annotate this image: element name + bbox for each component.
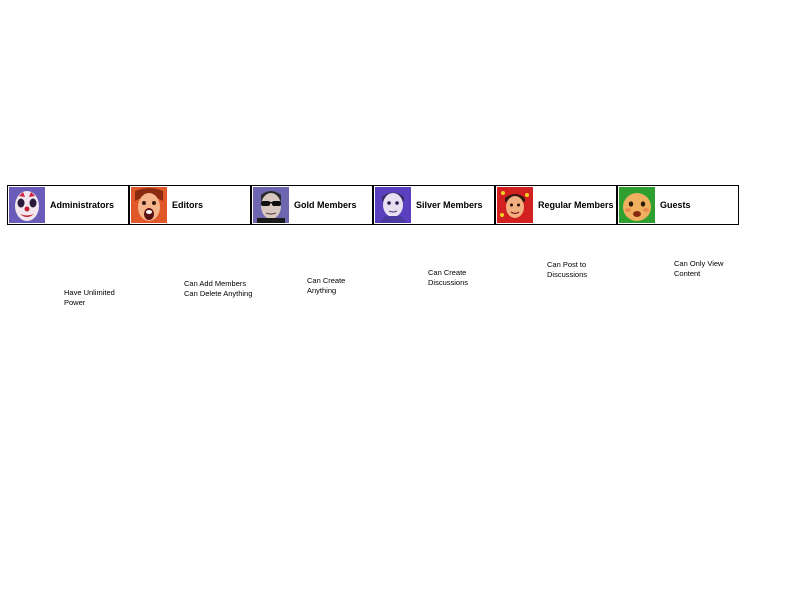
permission-note-regular-members: Can Post to Discussions (547, 260, 587, 280)
permission-note-guests: Can Only View Content (674, 259, 723, 279)
kid-face-icon (497, 187, 533, 223)
permission-line: Content (674, 269, 701, 278)
role-card-regular-members: Regular Members (495, 185, 617, 225)
permission-line: Can Only View (674, 259, 724, 268)
role-label: Administrators (50, 200, 115, 210)
permission-line: Anything (307, 286, 337, 295)
sunglasses-face-icon (253, 187, 289, 223)
permission-line: Can Delete Anything (184, 289, 253, 298)
role-label: Guests (660, 200, 691, 210)
role-label: Editors (172, 200, 204, 210)
permission-line: Discussions (428, 278, 469, 287)
role-hierarchy-bar: Administrators Editors Gold Members Silv… (7, 185, 741, 225)
role-label: Gold Members (294, 200, 357, 210)
permission-note-editors: Can Add Members Can Delete Anything (184, 279, 252, 299)
role-label: Regular Members (538, 200, 614, 210)
boy-face-icon (375, 187, 411, 223)
permission-line: Discussions (547, 270, 588, 279)
permission-note-gold-members: Can Create Anything (307, 276, 345, 296)
role-card-administrators: Administrators (7, 185, 129, 225)
role-card-editors: Editors (129, 185, 251, 225)
permission-line: Can Post to (547, 260, 587, 269)
permission-line: Have Unlimited (64, 288, 115, 297)
role-label: Silver Members (416, 200, 483, 210)
role-card-gold-members: Gold Members (251, 185, 373, 225)
role-card-guests: Guests (617, 185, 739, 225)
permission-note-silver-members: Can Create Discussions (428, 268, 468, 288)
role-card-silver-members: Silver Members (373, 185, 495, 225)
clown-face-icon (9, 187, 45, 223)
permission-line: Can Create (307, 276, 346, 285)
permission-line: Can Create (428, 268, 467, 277)
permission-note-administrators: Have Unlimited Power (64, 288, 115, 308)
permission-line: Can Add Members (184, 279, 247, 288)
baby-face-icon (619, 187, 655, 223)
screaming-face-icon (131, 187, 167, 223)
permission-line: Power (64, 298, 86, 307)
